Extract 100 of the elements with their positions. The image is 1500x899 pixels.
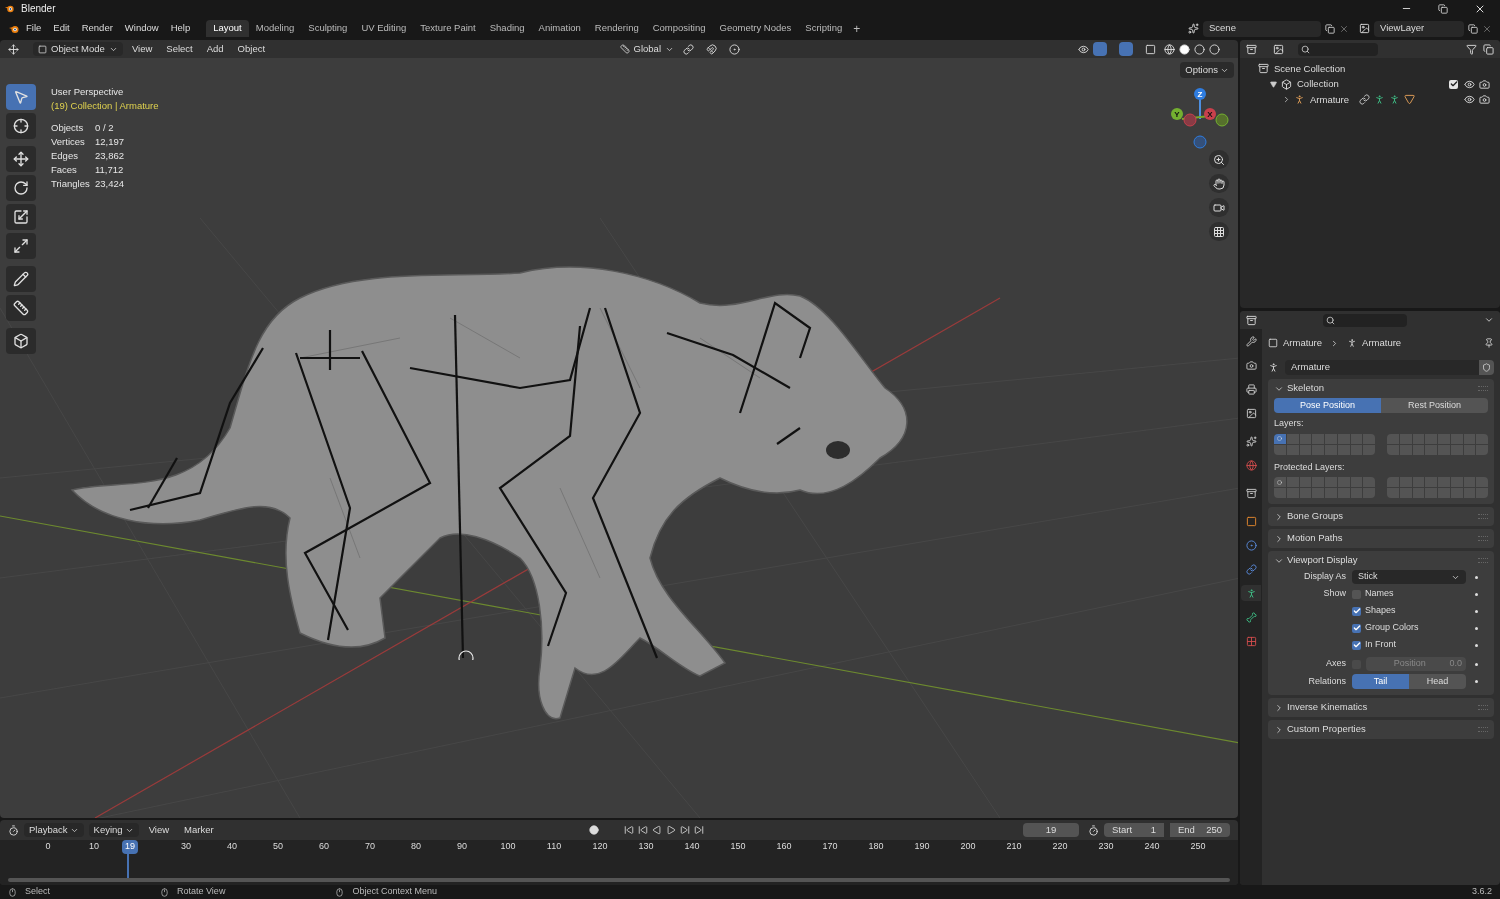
menu-item[interactable]: Playback: [24, 823, 84, 837]
checkbox[interactable]: [1352, 623, 1361, 633]
end-frame-field[interactable]: End 250: [1170, 823, 1230, 837]
pan-button[interactable]: [1209, 174, 1229, 193]
search-field[interactable]: [1298, 42, 1378, 56]
wireframe-shading-icon[interactable]: [1164, 43, 1175, 55]
data-browse-icon[interactable]: [1268, 361, 1279, 373]
menu-item[interactable]: View: [126, 41, 158, 57]
panel-header[interactable]: Motion Paths: [1287, 531, 1343, 546]
filter-view-icon[interactable]: [1273, 43, 1284, 55]
prev-key-icon[interactable]: [637, 825, 648, 835]
workspace-tab[interactable]: Animation: [531, 20, 588, 37]
data-name-field[interactable]: Armature: [1285, 359, 1479, 375]
workspace-tab[interactable]: Scripting: [798, 20, 850, 37]
toggle-button[interactable]: Rest Position: [1381, 398, 1488, 413]
toggle-button[interactable]: Tail: [1352, 674, 1409, 689]
toggle-button[interactable]: Head: [1409, 674, 1466, 689]
new-scene-icon[interactable]: [1325, 23, 1335, 34]
play-icon[interactable]: [665, 825, 676, 835]
proportional-icon[interactable]: [729, 43, 740, 55]
preview-range-icon[interactable]: [1088, 824, 1099, 836]
workspace-tab[interactable]: Layout: [206, 20, 249, 37]
panel-header[interactable]: Bone Groups: [1287, 509, 1343, 524]
workspace-tab[interactable]: Texture Paint: [413, 20, 483, 37]
camera-view-button[interactable]: [1209, 198, 1229, 217]
menu-item[interactable]: Marker: [179, 823, 219, 837]
rendered-shading-icon[interactable]: [1209, 43, 1220, 55]
outliner-item[interactable]: Collection: [1297, 77, 1339, 92]
visibility-icon[interactable]: [1078, 43, 1089, 55]
navigation-gizmo[interactable]: Z Y X: [1168, 84, 1232, 150]
jump-end-icon[interactable]: [693, 825, 704, 835]
workspace-tab[interactable]: Modeling: [248, 20, 302, 37]
menu-item[interactable]: Help: [164, 21, 197, 36]
view-layer-field[interactable]: ViewLayer: [1374, 20, 1464, 37]
tool-button[interactable]: [6, 146, 36, 172]
view-layer-icon[interactable]: [1359, 23, 1370, 34]
jump-start-icon[interactable]: [623, 825, 634, 835]
expand-icon[interactable]: [1282, 95, 1291, 105]
tool-button[interactable]: [6, 295, 36, 321]
layer-toggle[interactable]: [1274, 433, 1286, 444]
record-icon[interactable]: [588, 825, 599, 835]
orientation-dropdown[interactable]: Global: [614, 42, 679, 56]
menu-item[interactable]: Add: [201, 41, 229, 57]
overlay-toggle[interactable]: [1119, 42, 1133, 56]
outliner-item[interactable]: Armature: [1310, 92, 1350, 107]
layer-toggle[interactable]: [1274, 477, 1286, 487]
properties-tab[interactable]: [1241, 585, 1261, 601]
render-icon[interactable]: [1479, 78, 1490, 90]
workspace-tab[interactable]: Rendering: [587, 20, 646, 37]
pin-icon[interactable]: [1484, 338, 1494, 348]
pivot-icon[interactable]: [683, 43, 694, 55]
workspace-tab[interactable]: Geometry Nodes: [712, 20, 799, 37]
options-dropdown[interactable]: Options: [1180, 62, 1234, 78]
workspace-tab[interactable]: Compositing: [645, 20, 713, 37]
tool-button[interactable]: [6, 113, 36, 139]
next-key-icon[interactable]: [679, 825, 690, 835]
filter-icon[interactable]: [1466, 43, 1477, 55]
playhead[interactable]: 19: [107, 840, 153, 854]
workspace-tab[interactable]: Shading: [482, 20, 532, 37]
layer-toggle[interactable]: [1274, 444, 1286, 455]
start-frame-field[interactable]: Start 1: [1104, 823, 1164, 837]
current-frame-field[interactable]: 19: [1023, 823, 1079, 837]
scene-field[interactable]: Scene: [1203, 20, 1321, 37]
editor-type-icon[interactable]: [8, 43, 19, 55]
layer-toggle[interactable]: [1286, 444, 1299, 455]
layer-toggle[interactable]: [1286, 433, 1299, 444]
panel-header[interactable]: Skeleton: [1287, 381, 1324, 396]
ortho-button[interactable]: [1209, 222, 1229, 241]
toggle-button[interactable]: Pose Position: [1274, 398, 1381, 413]
checkbox[interactable]: [1352, 640, 1361, 650]
workspace-tab[interactable]: UV Editing: [354, 20, 414, 37]
tool-button[interactable]: [6, 328, 36, 354]
scrollbar[interactable]: [8, 878, 1230, 882]
display-as-dropdown[interactable]: Stick: [1352, 570, 1466, 584]
workspace-tab[interactable]: Sculpting: [301, 20, 355, 37]
menu-item[interactable]: View: [143, 823, 175, 837]
menu-item[interactable]: Keying: [88, 823, 139, 837]
options-icon[interactable]: [1484, 315, 1494, 325]
menu-item[interactable]: File: [20, 21, 48, 36]
scene-icon[interactable]: [1188, 23, 1199, 34]
checkbox[interactable]: [1352, 606, 1361, 616]
tool-button[interactable]: [6, 266, 36, 292]
render-icon[interactable]: [1479, 94, 1490, 106]
editor-type-icon[interactable]: [8, 824, 19, 836]
menu-item[interactable]: Object: [232, 41, 271, 57]
new-collection-icon[interactable]: [1483, 43, 1494, 55]
new-view-layer-icon[interactable]: [1468, 23, 1478, 34]
editor-type-icon[interactable]: [1246, 314, 1257, 326]
expand-icon[interactable]: [1270, 80, 1277, 88]
menu-item[interactable]: Edit: [47, 21, 76, 36]
search-field[interactable]: [1323, 313, 1407, 327]
fake-user-button[interactable]: [1479, 359, 1494, 375]
snap-icon[interactable]: [706, 43, 717, 55]
tool-button[interactable]: [6, 233, 36, 259]
menu-item[interactable]: Render: [75, 21, 119, 36]
material-shading-icon[interactable]: [1194, 43, 1205, 55]
panel-header[interactable]: Viewport Display: [1287, 553, 1358, 568]
outliner-item[interactable]: Scene Collection: [1274, 61, 1346, 76]
mode-dropdown[interactable]: Object Mode: [33, 42, 123, 56]
add-workspace-button[interactable]: +: [849, 19, 865, 38]
